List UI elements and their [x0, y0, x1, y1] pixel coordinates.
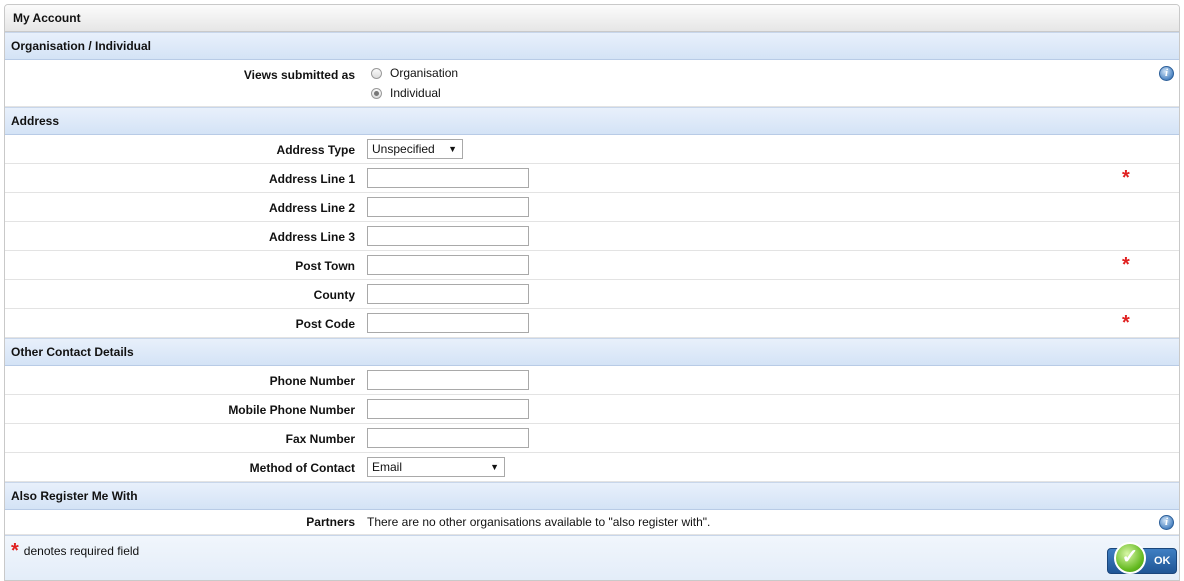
my-account-panel: My Account Organisation / Individual Vie…: [4, 4, 1180, 581]
address-line1-field: [367, 168, 529, 188]
phone-label: Phone Number: [269, 374, 355, 388]
method-label: Method of Contact: [249, 461, 355, 475]
fax-input[interactable]: [367, 428, 529, 448]
partners-text: There are no other organisations availab…: [367, 515, 711, 529]
mobile-field: [367, 399, 529, 419]
phone-field: [367, 370, 529, 390]
address-type-value: Unspecified: [372, 142, 435, 156]
chevron-down-icon: ▼: [490, 462, 499, 472]
phone-row: Phone Number: [5, 366, 1179, 395]
address-line2-row: Address Line 2: [5, 193, 1179, 222]
address-type-label: Address Type: [276, 143, 355, 157]
post-town-input[interactable]: [367, 255, 529, 275]
post-town-field: [367, 255, 529, 275]
required-star-icon: *: [1122, 312, 1130, 334]
fax-row: Fax Number: [5, 424, 1179, 453]
views-submitted-options: Organisation Individual: [367, 63, 458, 103]
ok-label: OK: [1154, 555, 1171, 567]
address-type-select[interactable]: Unspecified ▼: [367, 139, 463, 159]
address-line3-input[interactable]: [367, 226, 529, 246]
partners-row: Partners There are no other organisation…: [5, 510, 1179, 535]
chevron-down-icon: ▼: [448, 144, 457, 154]
method-select[interactable]: Email ▼: [367, 457, 505, 477]
county-input[interactable]: [367, 284, 529, 304]
address-line2-label: Address Line 2: [268, 201, 355, 215]
radio-individual-label: Individual: [390, 86, 441, 100]
post-code-input[interactable]: [367, 313, 529, 333]
radio-individual-circle[interactable]: [371, 87, 382, 99]
radio-organisation[interactable]: Organisation: [367, 63, 458, 83]
mobile-label: Mobile Phone Number: [228, 403, 355, 417]
address-line1-label: Address Line 1: [268, 172, 355, 186]
post-code-field: [367, 313, 529, 333]
address-line1-input[interactable]: [367, 168, 529, 188]
views-submitted-row: Views submitted as Organisation Individu…: [5, 60, 1179, 107]
method-field: Email ▼: [367, 457, 505, 477]
post-town-label: Post Town: [295, 259, 355, 273]
post-code-row: Post Code *: [5, 309, 1179, 338]
required-star-icon: *: [1122, 167, 1130, 189]
check-icon: ✓: [1114, 542, 1146, 574]
method-row: Method of Contact Email ▼: [5, 453, 1179, 482]
fax-field: [367, 428, 529, 448]
county-row: County: [5, 280, 1179, 309]
required-star-icon: *: [1122, 254, 1130, 276]
address-line3-label: Address Line 3: [268, 230, 355, 244]
post-code-label: Post Code: [295, 317, 355, 331]
info-icon[interactable]: i: [1159, 66, 1174, 81]
address-line2-input[interactable]: [367, 197, 529, 217]
info-icon[interactable]: i: [1159, 515, 1174, 530]
section-contact-header: Other Contact Details: [5, 338, 1179, 366]
mobile-row: Mobile Phone Number: [5, 395, 1179, 424]
section-organisation-header: Organisation / Individual: [5, 32, 1179, 60]
address-line1-row: Address Line 1 *: [5, 164, 1179, 193]
radio-individual[interactable]: Individual: [367, 83, 458, 103]
post-town-row: Post Town *: [5, 251, 1179, 280]
phone-input[interactable]: [367, 370, 529, 390]
method-value: Email: [372, 460, 403, 474]
address-line2-field: [367, 197, 529, 217]
radio-organisation-circle[interactable]: [371, 67, 382, 79]
fax-label: Fax Number: [285, 432, 355, 446]
radio-organisation-label: Organisation: [390, 66, 459, 80]
mobile-input[interactable]: [367, 399, 529, 419]
ok-button[interactable]: ✓ OK: [1107, 542, 1177, 574]
address-type-field: Unspecified ▼: [367, 139, 463, 159]
address-type-row: Address Type Unspecified ▼: [5, 135, 1179, 164]
partners-label: Partners: [306, 515, 355, 529]
required-star-icon: *: [11, 540, 19, 562]
views-submitted-label: Views submitted as: [243, 68, 355, 82]
county-field: [367, 284, 529, 304]
panel-title: My Account: [5, 5, 1179, 32]
required-note-text: denotes required field: [23, 544, 140, 558]
address-line3-row: Address Line 3: [5, 222, 1179, 251]
section-address-header: Address: [5, 107, 1179, 135]
address-line3-field: [367, 226, 529, 246]
required-note: * denotes required field: [11, 540, 140, 562]
form-footer: * denotes required field ✓ OK: [5, 535, 1179, 580]
section-register-header: Also Register Me With: [5, 482, 1179, 510]
county-label: County: [313, 288, 355, 302]
